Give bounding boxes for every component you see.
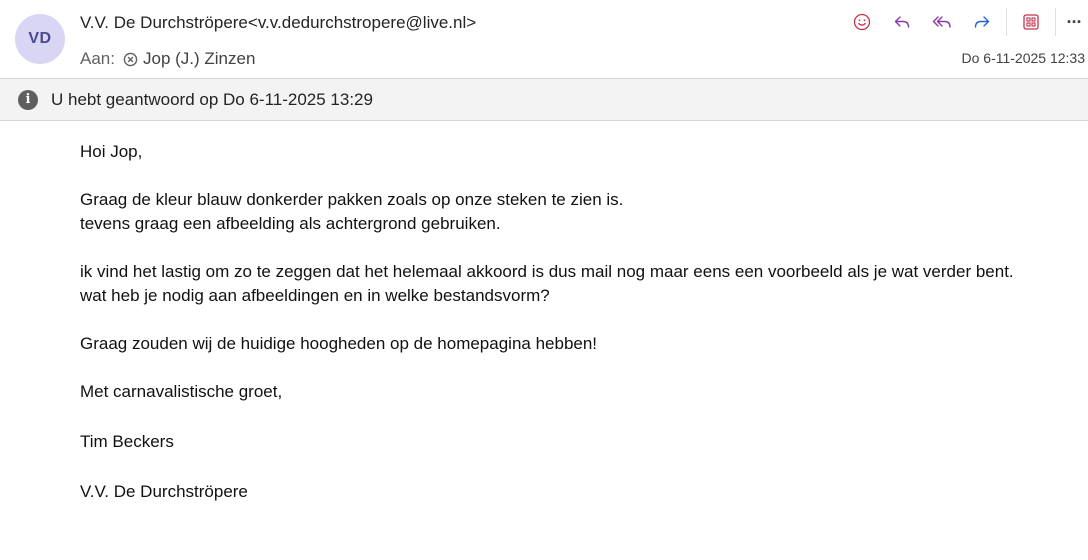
recipient-name: Jop (J.) Zinzen — [142, 49, 256, 68]
message-toolbar: ··· — [842, 8, 1088, 36]
recipients-row: Aan: Jop (J.) Zinzen — [80, 49, 255, 69]
body-line: wat heb je nodig aan afbeeldingen en in … — [80, 286, 550, 305]
reply-button[interactable] — [882, 8, 922, 36]
body-line: ik vind het lastig om zo te zeggen dat h… — [80, 262, 1014, 281]
signature-name: Tim Beckers — [80, 432, 174, 451]
recipient-chip[interactable]: Jop (J.) Zinzen — [123, 49, 255, 69]
more-icon: ··· — [1066, 11, 1083, 32]
forward-icon — [974, 16, 990, 28]
more-actions-button[interactable]: ··· — [1060, 8, 1088, 36]
toolbar-divider — [1006, 8, 1007, 36]
apps-button[interactable] — [1011, 8, 1051, 36]
presence-blocked-icon — [123, 52, 138, 66]
emoji-button[interactable] — [842, 8, 882, 36]
reply-all-icon — [932, 16, 951, 28]
message-header: VD V.V. De Durchströpere<v.v.dedurchstro… — [0, 0, 1088, 78]
signature-org: V.V. De Durchströpere — [80, 482, 248, 501]
reply-icon — [894, 16, 910, 28]
message-date: Do 6-11-2025 12:33 — [961, 50, 1086, 66]
info-icon: i — [18, 89, 38, 110]
info-bar: i U hebt geantwoord op Do 6-11-2025 13:2… — [0, 78, 1088, 121]
greeting: Hoi Jop, — [80, 142, 143, 161]
body-line: Graag zouden wij de huidige hoogheden op… — [80, 334, 598, 353]
body-line: tevens graag een afbeelding als achtergr… — [80, 214, 501, 233]
body-line: Graag de kleur blauw donkerder pakken zo… — [80, 190, 624, 209]
info-text: U hebt geantwoord op Do 6-11-2025 13:29 — [51, 89, 373, 109]
emoji-icon — [853, 13, 871, 31]
to-label: Aan: — [80, 49, 115, 68]
toolbar-divider — [1055, 8, 1056, 36]
forward-button[interactable] — [962, 8, 1002, 36]
sender-name[interactable]: V.V. De Durchströpere<v.v.dedurchstroper… — [80, 13, 476, 33]
closing: Met carnavalistische groet, — [80, 382, 283, 401]
sender-avatar[interactable]: VD — [15, 14, 65, 64]
apps-icon — [1023, 14, 1039, 30]
message-body: Hoi Jop, Graag de kleur blauw donkerder … — [80, 140, 1070, 504]
reply-all-button[interactable] — [922, 8, 962, 36]
